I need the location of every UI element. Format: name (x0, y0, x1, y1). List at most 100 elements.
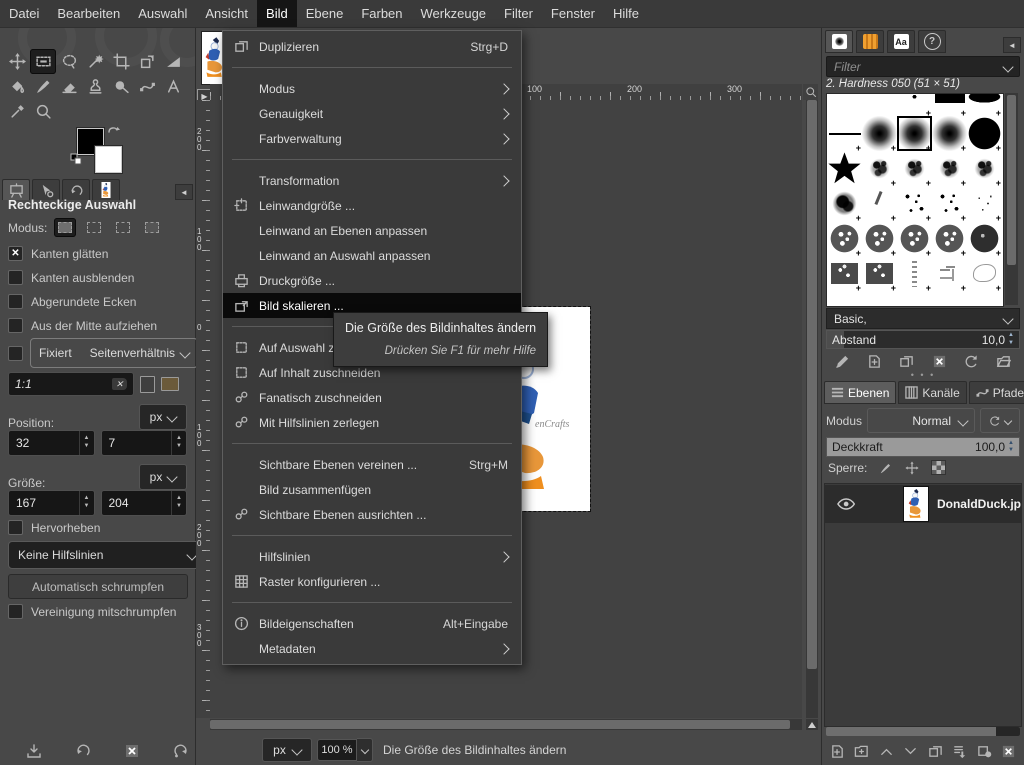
landscape-icon[interactable] (161, 377, 179, 391)
edit-brush-icon[interactable] (835, 354, 850, 369)
layer-name[interactable]: DonaldDuck.jp (937, 497, 1021, 511)
menu-item-hilfslinien[interactable]: Hilfslinien (223, 544, 521, 569)
portrait-icon[interactable] (140, 376, 155, 393)
menu-item-bildeigenschaften[interactable]: BildeigenschaftenAlt+Eingabe (223, 611, 521, 636)
horizontal-scrollbar-thumb[interactable] (210, 720, 790, 729)
feather-checkbox[interactable] (8, 270, 23, 285)
smudge-tool[interactable] (108, 74, 134, 99)
patterns-tab[interactable] (856, 30, 884, 53)
brush-item[interactable] (967, 186, 1002, 221)
menu-item-bild-zusammenfuegen[interactable]: Bild zusammenfügen (223, 477, 521, 502)
brush-grid[interactable] (826, 93, 1004, 307)
tab-ebenen[interactable]: Ebenen (824, 381, 896, 404)
vertical-scrollbar-thumb[interactable] (807, 100, 817, 669)
menu-item-duplizieren[interactable]: DuplizierenStrg+D (223, 34, 521, 59)
brush-item[interactable] (827, 256, 862, 291)
paths-tool[interactable] (134, 74, 160, 99)
open-brush-icon[interactable] (996, 354, 1011, 369)
position-x-input[interactable]: 32 ▲▼ (8, 430, 95, 456)
statusbar-zoom-combo[interactable]: 100 % (317, 738, 373, 762)
statusbar-unit-dropdown[interactable]: px (262, 738, 312, 762)
layer-list[interactable]: DonaldDuck.jp (824, 483, 1022, 727)
opacity-slider[interactable]: Deckkraft 100,0 ▲▼ (826, 437, 1020, 457)
brush-item[interactable] (932, 221, 967, 256)
menu-bearbeiten[interactable]: Bearbeiten (48, 0, 129, 27)
background-color-swatch[interactable] (95, 146, 122, 173)
device-status-tab[interactable] (32, 179, 60, 200)
images-tab[interactable] (92, 179, 120, 200)
brush-item[interactable] (862, 186, 897, 221)
move-tool[interactable] (4, 49, 30, 74)
lower-layer-icon[interactable] (903, 744, 918, 759)
new-brush-icon[interactable] (867, 354, 882, 369)
brush-item[interactable] (897, 256, 932, 291)
menu-item-transformation[interactable]: Transformation (223, 168, 521, 193)
position-y-input[interactable]: 7 ▲▼ (101, 430, 188, 456)
brush-item[interactable] (932, 186, 967, 221)
collapse-left-dock-icon[interactable]: ◄ (175, 184, 193, 200)
visibility-eye-icon[interactable] (837, 497, 855, 511)
text-tool[interactable] (160, 74, 186, 99)
fuzzy-select-tool[interactable] (82, 49, 108, 74)
menu-item-sichtbare-ausrichten[interactable]: Sichtbare Ebenen ausrichten ... (223, 502, 521, 527)
menu-ansicht[interactable]: Ansicht (196, 0, 257, 27)
swap-colors-icon[interactable] (106, 123, 121, 139)
brush-spacing-slider[interactable]: Abstand 10,0 ▲▼ (826, 330, 1020, 349)
brush-item[interactable] (967, 256, 1002, 291)
dock-drag-handle[interactable]: • • • (822, 373, 1024, 377)
menu-auswahl[interactable]: Auswahl (129, 0, 196, 27)
menu-ebene[interactable]: Ebene (297, 0, 353, 27)
brush-item[interactable] (932, 116, 967, 151)
delete-brush-icon[interactable] (932, 354, 947, 369)
menu-werkzeuge[interactable]: Werkzeuge (412, 0, 496, 27)
zoom-dropdown-icon[interactable] (357, 738, 373, 762)
spinner-icon[interactable]: ▲▼ (171, 431, 186, 455)
save-preset-icon[interactable] (26, 743, 42, 759)
add-layer-mask-icon[interactable] (977, 744, 992, 759)
brush-item[interactable] (932, 93, 967, 116)
expand-from-center-checkbox[interactable] (8, 318, 23, 333)
raise-layer-icon[interactable] (879, 744, 894, 759)
fonts-tab[interactable]: Aa (887, 30, 915, 53)
brush-item[interactable] (932, 256, 967, 291)
brush-item[interactable] (897, 116, 932, 151)
brush-item[interactable] (827, 151, 862, 186)
paintbrush-tool[interactable] (30, 74, 56, 99)
rounded-corners-checkbox[interactable] (8, 294, 23, 309)
menu-datei[interactable]: Datei (0, 0, 48, 27)
mode-switch-button[interactable] (980, 408, 1020, 433)
zoom-follow-window-icon[interactable] (803, 84, 818, 100)
brush-item[interactable] (827, 186, 862, 221)
brushes-tab[interactable] (825, 30, 853, 53)
menu-item-druckgroesse[interactable]: Druckgröße ... (223, 268, 521, 293)
zoom-tool[interactable] (30, 99, 56, 124)
mode-subtract-button[interactable] (112, 218, 134, 237)
position-unit-dropdown[interactable]: px (139, 404, 187, 430)
menu-item-raster-konfigurieren[interactable]: Raster konfigurieren ... (223, 569, 521, 594)
help-tab[interactable]: ? (918, 30, 946, 53)
menu-item-metadaten[interactable]: Metadaten (223, 636, 521, 661)
eraser-tool[interactable] (56, 74, 82, 99)
rectangle-select-tool[interactable] (30, 49, 56, 74)
restore-preset-icon[interactable] (75, 743, 91, 759)
reset-options-icon[interactable] (173, 743, 189, 759)
horizontal-scrollbar[interactable] (210, 719, 802, 730)
layer-mode-dropdown[interactable]: Normal (867, 408, 975, 433)
menu-item-genauigkeit[interactable]: Genauigkeit (223, 101, 521, 126)
shrink-merged-checkbox[interactable] (8, 604, 23, 619)
default-colors-icon[interactable] (70, 153, 83, 169)
spinner-icon[interactable]: ▲▼ (171, 491, 186, 515)
brush-scrollbar-thumb[interactable] (1007, 95, 1016, 265)
lock-alpha-icon[interactable] (931, 460, 946, 475)
antialias-checkbox[interactable]: ✕ (8, 246, 23, 261)
vertical-scrollbar[interactable] (806, 100, 818, 718)
spinner-icon[interactable]: ▲▼ (1008, 440, 1014, 454)
menu-bild[interactable]: Bild (257, 0, 297, 27)
menu-hilfe[interactable]: Hilfe (604, 0, 648, 27)
spinner-icon[interactable]: ▲▼ (79, 491, 94, 515)
menu-item-sichtbare-vereinen[interactable]: Sichtbare Ebenen vereinen ...Strg+M (223, 452, 521, 477)
layers-horizontal-scrollbar[interactable] (826, 727, 1020, 736)
refresh-brushes-icon[interactable] (964, 354, 979, 369)
brush-item[interactable] (862, 151, 897, 186)
new-layer-icon[interactable] (830, 744, 845, 759)
